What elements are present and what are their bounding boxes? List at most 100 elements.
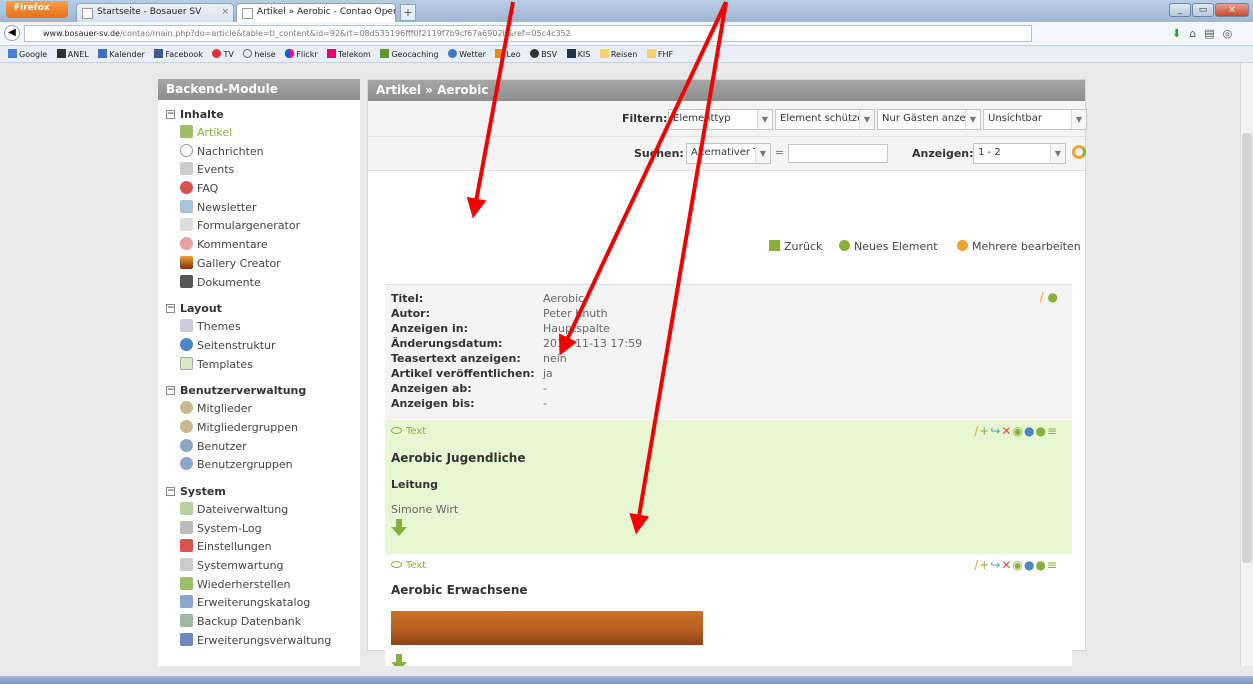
sidebar-item-benutzer[interactable]: Benutzer (158, 438, 360, 457)
add-icon[interactable]: ● (1048, 290, 1058, 304)
back-link[interactable]: Zurück (769, 240, 822, 253)
home-icon[interactable]: ⌂ (1189, 27, 1204, 40)
filter-unsichtbar-select[interactable]: Unsichtbar ▼ (983, 109, 1087, 130)
sidebar-item-kommentare[interactable]: Kommentare (158, 236, 360, 255)
collapse-icon[interactable]: − (166, 487, 175, 496)
maximize-button[interactable]: ▭ (1192, 3, 1214, 17)
close-window-button[interactable]: × (1215, 3, 1249, 17)
refresh-icon[interactable] (1072, 145, 1086, 159)
add-icon[interactable]: ● (1035, 424, 1046, 438)
sidebar-item-themes[interactable]: Themes (158, 318, 360, 337)
sidebar-item-erweiterungskatalog[interactable]: Erweiterungskatalog (158, 594, 360, 613)
close-icon[interactable]: × (221, 7, 229, 17)
sidebar-item-backup-datenbank[interactable]: Backup Datenbank (158, 613, 360, 632)
bookmark-telekom[interactable]: Telekom (327, 49, 371, 59)
group-title-benutzerverwaltung[interactable]: − Benutzerverwaltung (158, 382, 360, 400)
sidebar-item-systemwartung[interactable]: Systemwartung (158, 557, 360, 576)
move-icon[interactable]: ↪ (990, 558, 1001, 572)
sidebar-item-events[interactable]: Events (158, 161, 360, 180)
limit-select[interactable]: 1 - 2 ▼ (973, 143, 1066, 164)
bookmark-leo[interactable]: Leo (495, 49, 521, 59)
sidebar-item-einstellungen[interactable]: Einstellungen (158, 538, 360, 557)
sidebar-item-mitglieder[interactable]: Mitglieder (158, 400, 360, 419)
vertical-scrollbar[interactable] (1240, 63, 1253, 666)
url-bar[interactable]: www.bosauer-sv.de/contao/main.php?do=art… (24, 25, 1032, 42)
bookmark-kalender[interactable]: Kalender (98, 49, 145, 59)
info-icon[interactable]: ● (1024, 424, 1035, 438)
addon-icon[interactable]: ◎ (1223, 27, 1241, 40)
download-icon[interactable]: ⬇ (1172, 27, 1189, 40)
element-type: Text (391, 426, 426, 437)
info-icon[interactable]: ● (1024, 558, 1035, 572)
group-title-layout[interactable]: − Layout (158, 300, 360, 318)
sidebar-item-mitgliedergruppen[interactable]: Mitgliedergruppen (158, 419, 360, 438)
drag-icon[interactable]: ≡ (1047, 558, 1058, 572)
element-heading: Aerobic Jugendliche (391, 451, 526, 465)
drag-handle-icon[interactable] (391, 519, 407, 536)
copy-icon[interactable]: + (979, 424, 990, 438)
sidebar-item-wiederherstellen[interactable]: Wiederherstellen (158, 576, 360, 595)
edit-icon[interactable]: / (1040, 290, 1044, 304)
sidebar-item-nachrichten[interactable]: Nachrichten (158, 143, 360, 162)
tab-startseite[interactable]: Startseite - Bosauer SV × (76, 3, 234, 22)
sidebar-item-artikel[interactable]: Artikel (158, 124, 360, 143)
toggle-visibility-icon[interactable]: ◉ (1012, 424, 1023, 438)
firefox-menu-button[interactable]: Firefox (6, 1, 68, 18)
bookmark-tv[interactable]: TV (212, 49, 234, 59)
sidebar-item-system-log[interactable]: System-Log (158, 520, 360, 539)
bookmark-anel[interactable]: ANEL (56, 49, 89, 59)
filter-element-schuetzen-select[interactable]: Element schützen ▼ (775, 109, 875, 130)
bookmark-geocaching[interactable]: Geocaching (380, 49, 439, 59)
sidebar-item-newsletter[interactable]: Newsletter (158, 199, 360, 218)
sidebar-item-gallery-creator[interactable]: Gallery Creator (158, 255, 360, 274)
filter-elementtyp-select[interactable]: Elementtyp ▼ (668, 109, 773, 130)
move-icon[interactable]: ↪ (990, 424, 1001, 438)
drag-handle-icon[interactable] (391, 654, 407, 666)
new-element-link[interactable]: Neues Element (839, 240, 938, 253)
copy-icon[interactable]: + (979, 558, 990, 572)
bookmark-reisen[interactable]: Reisen (599, 49, 637, 59)
bookmark-bsv[interactable]: BSV (530, 49, 557, 59)
bookmark-fhf[interactable]: FHF (646, 49, 673, 59)
delete-icon[interactable]: ✕ (1001, 558, 1012, 572)
sidebar-item-seitenstruktur[interactable]: Seitenstruktur (158, 337, 360, 356)
back-button[interactable]: ◀ (4, 25, 20, 41)
collapse-icon[interactable]: − (166, 386, 175, 396)
collapse-icon[interactable]: − (166, 304, 175, 314)
scrollbar-thumb[interactable] (1242, 133, 1252, 563)
eye-icon[interactable] (391, 561, 402, 568)
article-row: Änderungsdatum: 2013-11-13 17:59 (391, 337, 643, 350)
toggle-visibility-icon[interactable]: ◉ (1012, 558, 1023, 572)
drag-icon[interactable]: ≡ (1047, 424, 1058, 438)
new-tab-button[interactable]: + (400, 4, 416, 21)
collapse-icon[interactable]: − (166, 110, 175, 119)
bookmark-flickr[interactable]: Flickr (285, 49, 318, 59)
bookmark-google[interactable]: Google (8, 49, 47, 59)
bookmark-kis[interactable]: KIS (566, 49, 590, 59)
sidebar-item-templates[interactable]: Templates (158, 356, 360, 375)
close-icon[interactable]: × (383, 7, 391, 17)
filter-nur-gaesten-select[interactable]: Nur Gästen anzeigen ▼ (877, 109, 981, 130)
sidebar-item-faq[interactable]: FAQ (158, 180, 360, 199)
eye-icon[interactable] (391, 427, 402, 434)
bookmark-facebook[interactable]: Facebook (154, 49, 203, 59)
bookmarks-icon[interactable]: ▤ (1204, 27, 1222, 40)
add-icon[interactable]: ● (1035, 558, 1046, 572)
tab-bar: Firefox Startseite - Bosauer SV × Artike… (0, 0, 1253, 22)
delete-icon[interactable]: ✕ (1001, 424, 1012, 438)
search-input[interactable] (788, 144, 888, 163)
sidebar-item-dateiverwaltung[interactable]: Dateiverwaltung (158, 501, 360, 520)
group-title-system[interactable]: − System (158, 483, 360, 501)
sidebar-item-dokumente[interactable]: Dokumente (158, 274, 360, 293)
sidebar-item-formulargenerator[interactable]: Formulargenerator (158, 217, 360, 236)
bookmark-heise[interactable]: heise (243, 49, 276, 59)
edit-multiple-link[interactable]: Mehrere bearbeiten (957, 240, 1081, 253)
search-bar: Suchen: Alternativer Text ▼ = Anzeigen: 1… (368, 137, 1086, 171)
sidebar-item-erweiterungsverwaltung[interactable]: Erweiterungsverwaltung (158, 632, 360, 651)
sidebar-item-benutzergruppen[interactable]: Benutzergruppen (158, 456, 360, 475)
tab-artikel[interactable]: Artikel » Aerobic - Contao Open Sour... … (236, 3, 396, 22)
minimize-button[interactable]: _ (1169, 3, 1191, 17)
group-title-inhalte[interactable]: − Inhalte (158, 106, 360, 124)
bookmark-wetter[interactable]: Wetter (448, 49, 486, 59)
member-group-icon (180, 419, 193, 433)
